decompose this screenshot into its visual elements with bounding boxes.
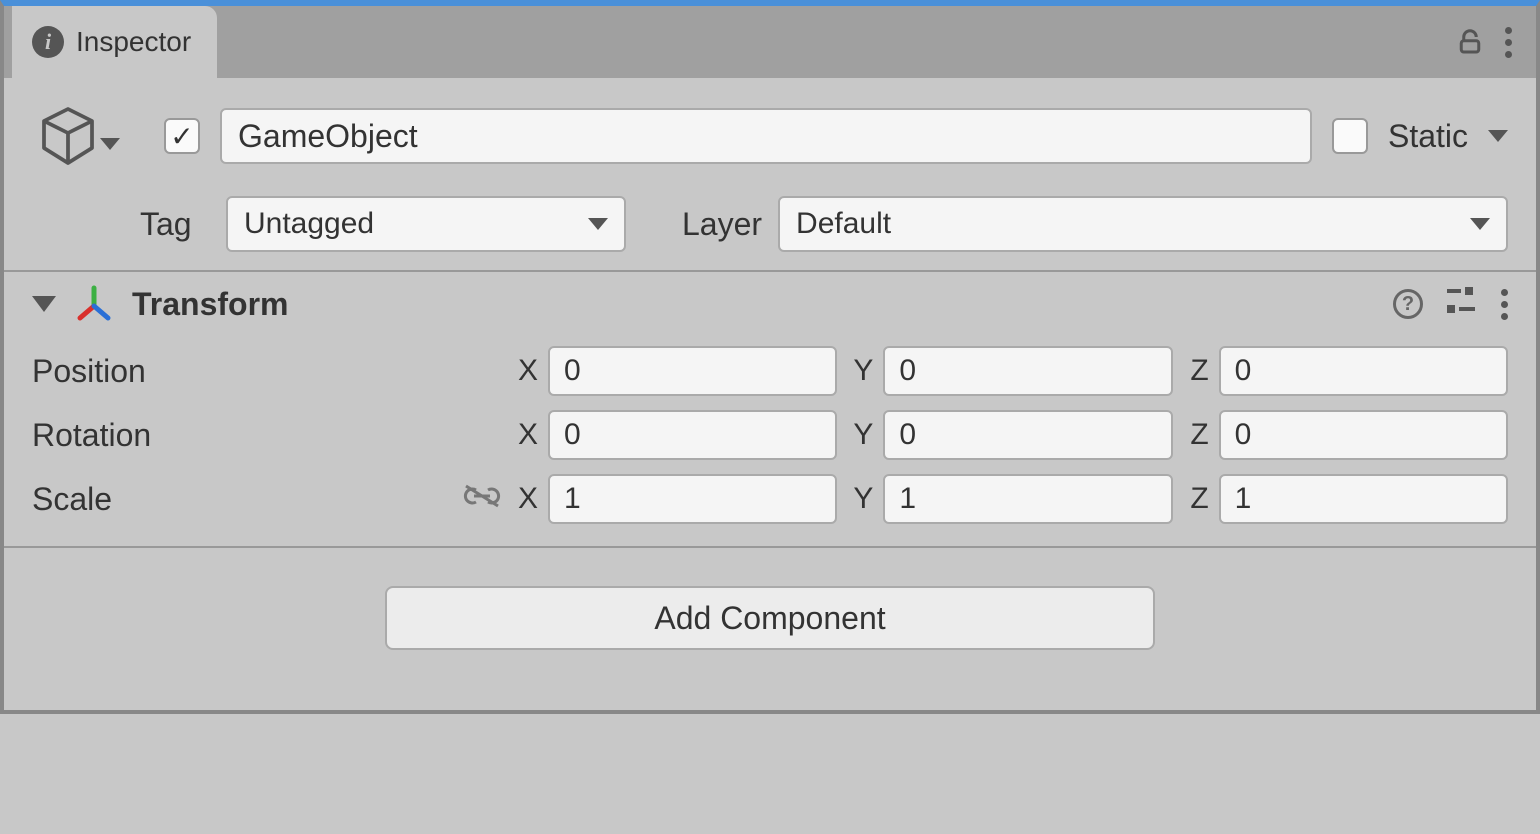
dropdown-arrow-icon bbox=[588, 218, 608, 230]
position-x-input[interactable]: 0 bbox=[548, 346, 837, 396]
scale-label: Scale bbox=[32, 481, 452, 518]
preset-icon[interactable] bbox=[1447, 287, 1477, 322]
static-dropdown-arrow[interactable] bbox=[1488, 130, 1508, 142]
transform-title: Transform bbox=[132, 286, 288, 323]
dropdown-arrow-icon bbox=[1470, 218, 1490, 230]
tab-title: Inspector bbox=[76, 26, 191, 58]
rotation-row: Rotation X0 Y0 Z0 bbox=[32, 410, 1508, 460]
scale-y-input[interactable]: 1 bbox=[883, 474, 1172, 524]
transform-header[interactable]: Transform ? bbox=[4, 272, 1536, 336]
gameobject-header: GameObject Static Tag Untagged Layer Def… bbox=[4, 78, 1536, 270]
lock-icon[interactable] bbox=[1455, 27, 1485, 57]
axis-z-label[interactable]: Z bbox=[1183, 354, 1209, 388]
icon-dropdown-arrow[interactable] bbox=[100, 150, 120, 182]
component-menu-icon[interactable] bbox=[1501, 289, 1508, 320]
axis-x-label[interactable]: X bbox=[512, 482, 538, 516]
layer-label: Layer bbox=[682, 206, 762, 243]
position-row: Position X0 Y0 Z0 bbox=[32, 346, 1508, 396]
position-label: Position bbox=[32, 353, 452, 390]
scale-x-input[interactable]: 1 bbox=[548, 474, 837, 524]
position-y-input[interactable]: 0 bbox=[883, 346, 1172, 396]
static-checkbox[interactable] bbox=[1332, 118, 1368, 154]
rotation-z-input[interactable]: 0 bbox=[1219, 410, 1508, 460]
info-icon: i bbox=[32, 26, 64, 58]
axis-x-label[interactable]: X bbox=[512, 354, 538, 388]
help-icon[interactable]: ? bbox=[1393, 289, 1423, 319]
static-label: Static bbox=[1388, 118, 1468, 155]
axis-y-label[interactable]: Y bbox=[847, 418, 873, 452]
active-checkbox[interactable] bbox=[164, 118, 200, 154]
gameobject-name-input[interactable]: GameObject bbox=[220, 108, 1312, 164]
axis-y-label[interactable]: Y bbox=[847, 482, 873, 516]
transform-icon bbox=[74, 284, 114, 324]
axis-z-label[interactable]: Z bbox=[1183, 418, 1209, 452]
tag-value: Untagged bbox=[244, 207, 374, 241]
add-component-button[interactable]: Add Component bbox=[385, 586, 1155, 650]
axis-x-label[interactable]: X bbox=[512, 418, 538, 452]
scale-z-input[interactable]: 1 bbox=[1219, 474, 1508, 524]
rotation-label: Rotation bbox=[32, 417, 452, 454]
layer-value: Default bbox=[796, 207, 891, 241]
position-z-input[interactable]: 0 bbox=[1219, 346, 1508, 396]
axis-z-label[interactable]: Z bbox=[1183, 482, 1209, 516]
rotation-y-input[interactable]: 0 bbox=[883, 410, 1172, 460]
rotation-x-input[interactable]: 0 bbox=[548, 410, 837, 460]
add-component-area: Add Component bbox=[4, 548, 1536, 710]
gameobject-icon[interactable] bbox=[32, 100, 104, 172]
inspector-tab[interactable]: i Inspector bbox=[12, 6, 217, 78]
constrain-proportions-icon[interactable] bbox=[462, 482, 502, 517]
transform-fields: Position X0 Y0 Z0 Rotation X0 Y0 Z0 Scal… bbox=[4, 336, 1536, 546]
inspector-panel: i Inspector bbox=[0, 0, 1540, 714]
foldout-arrow-icon[interactable] bbox=[32, 296, 56, 312]
axis-y-label[interactable]: Y bbox=[847, 354, 873, 388]
scale-row: Scale X1 Y1 Z1 bbox=[32, 474, 1508, 524]
tag-label: Tag bbox=[140, 206, 210, 243]
tag-dropdown[interactable]: Untagged bbox=[226, 196, 626, 252]
tab-bar: i Inspector bbox=[4, 6, 1536, 78]
layer-dropdown[interactable]: Default bbox=[778, 196, 1508, 252]
panel-menu-icon[interactable] bbox=[1505, 27, 1512, 58]
